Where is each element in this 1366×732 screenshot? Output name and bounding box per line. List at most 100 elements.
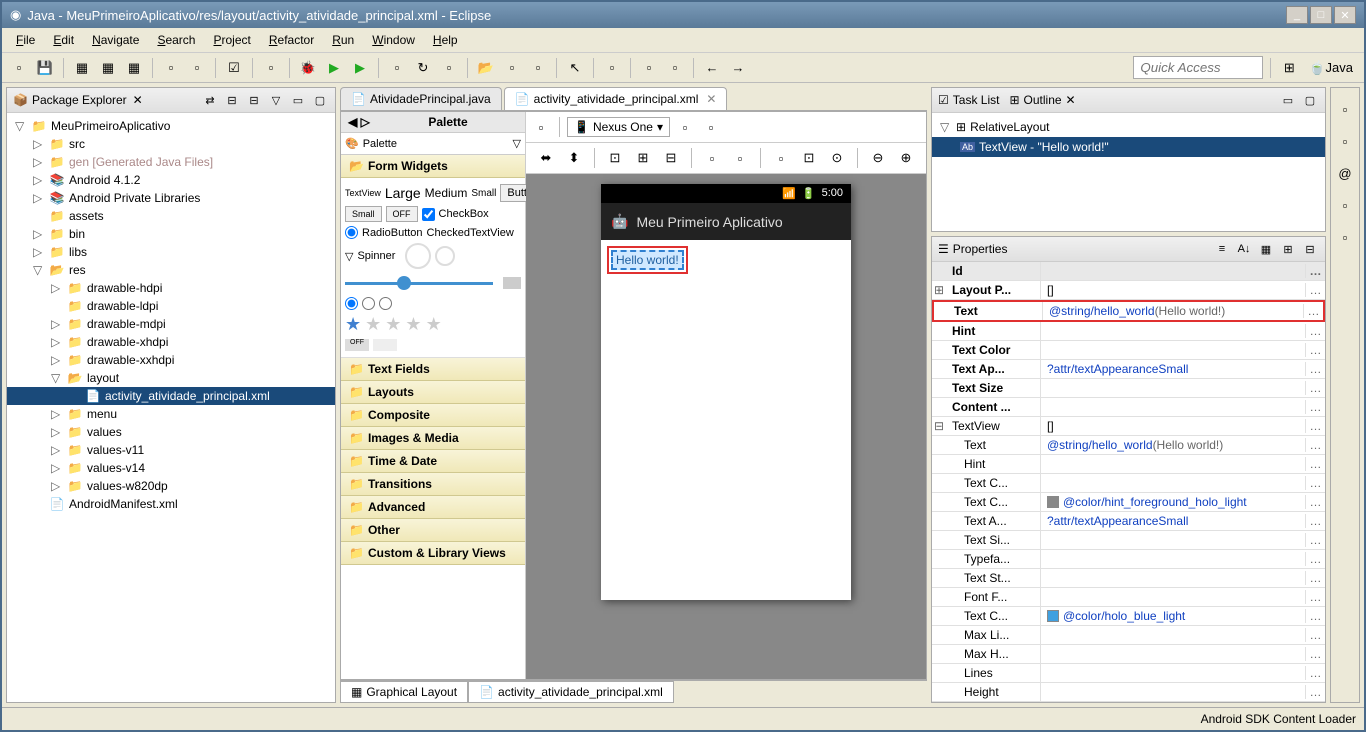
tree-item[interactable]: ▷📚Android 4.1.2: [7, 171, 335, 189]
tool-icon[interactable]: ▫: [438, 57, 460, 79]
tool-icon[interactable]: ▫: [1334, 194, 1356, 216]
widget-spinner[interactable]: Spinner: [357, 250, 395, 262]
menu-window[interactable]: Window: [364, 30, 423, 50]
tree-item[interactable]: ▽📂layout: [7, 369, 335, 387]
editor-tab[interactable]: 📄AtividadePrincipal.java: [340, 87, 502, 110]
tool-icon[interactable]: ▫: [1334, 226, 1356, 248]
tree-item[interactable]: 📄activity_atividade_principal.xml: [7, 387, 335, 405]
more-icon[interactable]: …: [1305, 571, 1325, 585]
widget-radio-icon[interactable]: [345, 226, 358, 239]
radio-icon[interactable]: [379, 297, 392, 310]
tree-item[interactable]: ▷📁src: [7, 135, 335, 153]
prop-row[interactable]: Text St...…: [932, 569, 1325, 588]
device-selector[interactable]: 📱 Nexus One ▾: [567, 117, 670, 137]
outline-root[interactable]: ▽ ⊞ RelativeLayout: [932, 117, 1325, 137]
widget-smallbtn[interactable]: Small: [345, 206, 382, 222]
menu-navigate[interactable]: Navigate: [84, 30, 147, 50]
menu-file[interactable]: File: [8, 30, 43, 50]
selected-textview[interactable]: Hello world!: [607, 246, 688, 274]
tool-icon[interactable]: ▦: [97, 57, 119, 79]
star-icon[interactable]: ★: [405, 314, 421, 335]
tree-item[interactable]: ▷📁drawable-xhdpi: [7, 333, 335, 351]
tool-icon[interactable]: ▫: [527, 57, 549, 79]
widget-radio[interactable]: RadioButton: [362, 227, 423, 239]
widget-switch[interactable]: OFF: [345, 339, 369, 351]
run-ext-button[interactable]: ▶: [349, 57, 371, 79]
prop-row[interactable]: Content ...…: [932, 398, 1325, 417]
widget-progressbar[interactable]: [503, 277, 521, 289]
menu-refactor[interactable]: Refactor: [261, 30, 322, 50]
more-icon[interactable]: …: [1305, 609, 1325, 623]
outline-textview[interactable]: Ab TextView - "Hello world!": [932, 137, 1325, 157]
prop-row[interactable]: Font F...…: [932, 588, 1325, 607]
tree-item[interactable]: 📁assets: [7, 207, 335, 225]
check-icon[interactable]: ☑: [223, 57, 245, 79]
align-icon[interactable]: ⬍: [563, 147, 585, 169]
more-icon[interactable]: …: [1305, 343, 1325, 357]
dropdown-icon[interactable]: ▽: [345, 250, 353, 263]
more-icon[interactable]: …: [1305, 283, 1325, 297]
widget-textview[interactable]: TextView: [345, 188, 381, 198]
menu-help[interactable]: Help: [425, 30, 466, 50]
widget-checkedtext[interactable]: CheckedTextView: [427, 227, 514, 239]
prop-row[interactable]: Height…: [932, 683, 1325, 702]
radio-icon[interactable]: [345, 297, 358, 310]
widget-progress[interactable]: [405, 243, 431, 269]
more-icon[interactable]: …: [1305, 264, 1325, 278]
max-icon[interactable]: ▢: [311, 91, 329, 109]
section-time[interactable]: 📁Time & Date: [341, 450, 525, 473]
tool-icon[interactable]: ▫: [638, 57, 660, 79]
tree-item[interactable]: ▷📁values-v11: [7, 441, 335, 459]
tree-item[interactable]: ▷📚Android Private Libraries: [7, 189, 335, 207]
tool-icon[interactable]: ▫: [260, 57, 282, 79]
prop-row[interactable]: Text Si...…: [932, 531, 1325, 550]
widget-toggle[interactable]: OFF: [386, 206, 418, 222]
more-icon[interactable]: …: [1305, 590, 1325, 604]
tool-icon[interactable]: @: [1334, 162, 1356, 184]
tool-icon[interactable]: ▫: [386, 57, 408, 79]
prop-row[interactable]: Text Color…: [932, 341, 1325, 360]
tool-icon[interactable]: ▫: [186, 57, 208, 79]
theme-icon[interactable]: ▫: [700, 116, 722, 138]
folder-icon[interactable]: 📂: [475, 57, 497, 79]
quick-access-input[interactable]: [1133, 56, 1263, 79]
palette-menu[interactable]: ▽: [513, 137, 521, 150]
tool-icon[interactable]: ▦: [71, 57, 93, 79]
tree-item[interactable]: ▷📁values: [7, 423, 335, 441]
section-custom[interactable]: 📁Custom & Library Views: [341, 542, 525, 565]
design-canvas[interactable]: 📶 🔋 5:00 🤖 Meu Primeiro Aplicativo Hel: [526, 174, 926, 679]
star-icon[interactable]: ★: [385, 314, 401, 335]
more-icon[interactable]: …: [1305, 685, 1325, 699]
debug-button[interactable]: 🐞: [297, 57, 319, 79]
prop-row[interactable]: Text Size…: [932, 379, 1325, 398]
tree-project[interactable]: ▽ 📁 MeuPrimeiroAplicativo: [7, 117, 335, 135]
tree-item[interactable]: ▷📁menu: [7, 405, 335, 423]
zoom-in-icon[interactable]: ⊕: [895, 147, 917, 169]
maximize-button[interactable]: □: [1310, 6, 1332, 24]
tree-item[interactable]: ▷📁drawable-hdpi: [7, 279, 335, 297]
tool-icon[interactable]: ▫: [160, 57, 182, 79]
tree-item[interactable]: ▷📁bin: [7, 225, 335, 243]
tree-item[interactable]: ▷📁libs: [7, 243, 335, 261]
prop-row[interactable]: Text Ap...?attr/textAppearanceSmall…: [932, 360, 1325, 379]
section-images[interactable]: 📁Images & Media: [341, 427, 525, 450]
star-icon[interactable]: ★: [345, 314, 361, 335]
max-icon[interactable]: ▢: [1301, 91, 1319, 109]
close-icon[interactable]: ✕: [1066, 93, 1076, 107]
prop-row[interactable]: Lines…: [932, 664, 1325, 683]
section-transitions[interactable]: 📁Transitions: [341, 473, 525, 496]
run-button[interactable]: ▶: [323, 57, 345, 79]
menu-search[interactable]: Search: [149, 30, 203, 50]
tree-item[interactable]: 📄AndroidManifest.xml: [7, 495, 335, 513]
java-perspective[interactable]: 🍵 Java: [1304, 57, 1358, 79]
forward-button[interactable]: →: [727, 57, 749, 79]
back-button[interactable]: ←: [701, 57, 723, 79]
tool-icon[interactable]: ▫: [664, 57, 686, 79]
add-icon[interactable]: ⊞: [1279, 240, 1297, 258]
prop-row[interactable]: Text A...?attr/textAppearanceSmall…: [932, 512, 1325, 531]
tree-item[interactable]: ▷📁drawable-mdpi: [7, 315, 335, 333]
zoom-fit-icon[interactable]: ⊡: [798, 147, 820, 169]
widget-large[interactable]: Large: [385, 185, 421, 201]
close-icon[interactable]: ✕: [706, 92, 716, 106]
widget-checkbox-icon[interactable]: [422, 208, 435, 221]
